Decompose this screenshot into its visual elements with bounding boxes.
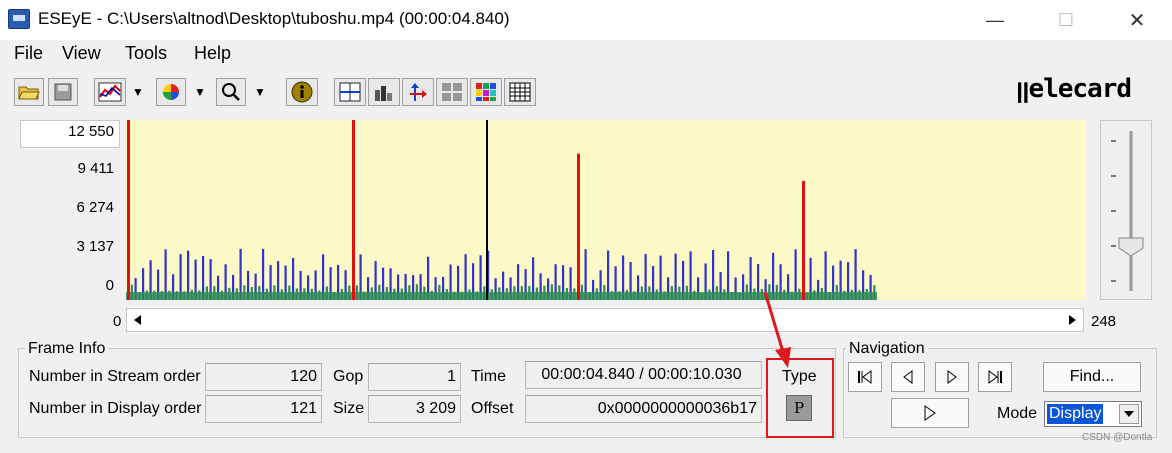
skip-start-icon <box>858 370 872 384</box>
mode-label: Mode <box>997 405 1038 422</box>
triangle-right-icon <box>947 370 957 384</box>
find-button[interactable]: Find... <box>1043 362 1141 392</box>
chevron-down-icon <box>1124 411 1134 417</box>
watermark: CSDN @Dontla <box>1082 432 1153 443</box>
navigation-legend: Navigation <box>846 340 928 358</box>
play-icon <box>924 405 936 421</box>
mode-select[interactable]: Display <box>1044 401 1142 427</box>
play-button[interactable] <box>891 398 969 428</box>
first-frame-button[interactable] <box>848 362 882 392</box>
last-frame-button[interactable] <box>978 362 1012 392</box>
triangle-left-icon <box>903 370 913 384</box>
prev-frame-button[interactable] <box>891 362 925 392</box>
mode-dropdown-arrow[interactable] <box>1119 404 1139 424</box>
mode-select-value: Display <box>1047 404 1104 424</box>
next-frame-button[interactable] <box>935 362 969 392</box>
skip-end-icon <box>988 370 1002 384</box>
